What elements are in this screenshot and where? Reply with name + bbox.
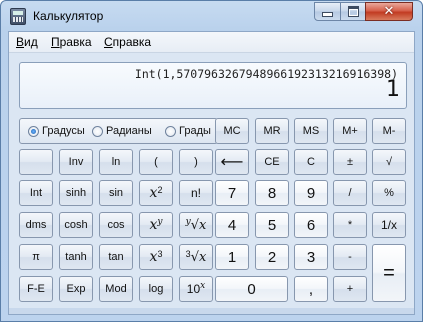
- angle-mode-group: Градусы Радианы Грады: [19, 118, 218, 144]
- left-paren-button[interactable]: (: [139, 149, 173, 175]
- ce-button[interactable]: CE: [255, 149, 289, 175]
- tanh-button[interactable]: tanh: [59, 244, 93, 270]
- backspace-button[interactable]: ⟵: [215, 149, 249, 175]
- sin-button[interactable]: sin: [99, 180, 133, 206]
- radio-grads[interactable]: Грады: [165, 125, 211, 137]
- mc-button[interactable]: MC: [215, 118, 249, 144]
- cos-button[interactable]: cos: [99, 212, 133, 238]
- sinh-button[interactable]: sinh: [59, 180, 93, 206]
- minimize-button[interactable]: [314, 2, 341, 21]
- mr-button[interactable]: MR: [255, 118, 289, 144]
- radio-degrees[interactable]: Градусы: [28, 125, 85, 137]
- cube-root-button[interactable]: 3 √x: [179, 244, 213, 270]
- add-button[interactable]: +: [333, 276, 367, 302]
- menu-view[interactable]: Вид: [16, 35, 38, 49]
- radio-radians[interactable]: Радианы: [92, 125, 152, 137]
- blank-button[interactable]: [19, 149, 53, 175]
- radio-radians-dot[interactable]: [92, 125, 103, 137]
- close-button[interactable]: ✕: [365, 2, 413, 21]
- ms-button[interactable]: MS: [294, 118, 328, 144]
- mod-button[interactable]: Mod: [99, 276, 133, 302]
- digit-5-button[interactable]: 5: [255, 212, 289, 238]
- percent-button[interactable]: %: [372, 180, 406, 206]
- expression-text: Int(1,5707963267948966192313216916398): [134, 67, 398, 81]
- maximize-icon: [347, 6, 359, 17]
- y-root-x-button[interactable]: y √x: [179, 212, 213, 238]
- dms-button[interactable]: dms: [19, 212, 53, 238]
- tan-button[interactable]: tan: [99, 244, 133, 270]
- calculator-body: Вид Правка Справка Int(1,570796326794896…: [8, 31, 415, 315]
- menu-help[interactable]: Справка: [104, 35, 151, 49]
- radio-grads-dot[interactable]: [165, 125, 176, 137]
- digit-1-button[interactable]: 1: [215, 244, 249, 270]
- right-paren-button[interactable]: ): [179, 149, 213, 175]
- calculator-app-icon: [10, 8, 26, 25]
- pi-button[interactable]: π: [19, 244, 53, 270]
- plus-minus-button[interactable]: ±: [333, 149, 367, 175]
- calculator-window: Калькулятор ✕ Вид Правка Справка Int(1,5…: [0, 0, 423, 322]
- digit-3-button[interactable]: 3: [294, 244, 328, 270]
- digit-0-button[interactable]: 0: [215, 276, 288, 302]
- equals-button[interactable]: =: [372, 244, 406, 302]
- reciprocal-button[interactable]: 1/x: [372, 212, 406, 238]
- result-value: 1: [386, 77, 400, 102]
- log-button[interactable]: log: [139, 276, 173, 302]
- close-icon: ✕: [383, 4, 395, 19]
- window-title: Калькулятор: [33, 9, 104, 23]
- cosh-button[interactable]: cosh: [59, 212, 93, 238]
- digit-8-button[interactable]: 8: [255, 180, 289, 206]
- decimal-button[interactable]: ,: [294, 276, 328, 302]
- digit-2-button[interactable]: 2: [255, 244, 289, 270]
- fe-button[interactable]: F-E: [19, 276, 53, 302]
- x-power-y-button[interactable]: xy: [139, 212, 173, 238]
- backspace-icon: ⟵: [220, 154, 244, 171]
- menu-bar: Вид Правка Справка: [9, 32, 414, 53]
- menu-edit[interactable]: Правка: [51, 35, 92, 49]
- title-bar[interactable]: Калькулятор ✕: [1, 1, 422, 31]
- radio-degrees-dot[interactable]: [28, 125, 39, 137]
- ten-power-x-button[interactable]: 10 x: [179, 276, 213, 302]
- int-button[interactable]: Int: [19, 180, 53, 206]
- exp-button[interactable]: Exp: [59, 276, 93, 302]
- c-button[interactable]: C: [294, 149, 328, 175]
- digit-4-button[interactable]: 4: [215, 212, 249, 238]
- maximize-button[interactable]: [340, 2, 366, 21]
- inv-button[interactable]: Inv: [59, 149, 93, 175]
- digit-9-button[interactable]: 9: [294, 180, 328, 206]
- minimize-icon: [322, 12, 333, 17]
- x-cubed-button[interactable]: x3: [139, 244, 173, 270]
- calculator-display: Int(1,5707963267948966192313216916398) 1: [19, 62, 407, 109]
- m-minus-button[interactable]: M-: [372, 118, 406, 144]
- multiply-button[interactable]: *: [333, 212, 367, 238]
- bottom-border: [9, 308, 414, 314]
- divide-button[interactable]: /: [333, 180, 367, 206]
- subtract-button[interactable]: -: [333, 244, 367, 270]
- factorial-button[interactable]: n!: [179, 180, 213, 206]
- x-squared-button[interactable]: x2: [139, 180, 173, 206]
- digit-7-button[interactable]: 7: [215, 180, 249, 206]
- m-plus-button[interactable]: M+: [333, 118, 367, 144]
- ln-button[interactable]: ln: [99, 149, 133, 175]
- sqrt-button[interactable]: √: [372, 149, 406, 175]
- digit-6-button[interactable]: 6: [294, 212, 328, 238]
